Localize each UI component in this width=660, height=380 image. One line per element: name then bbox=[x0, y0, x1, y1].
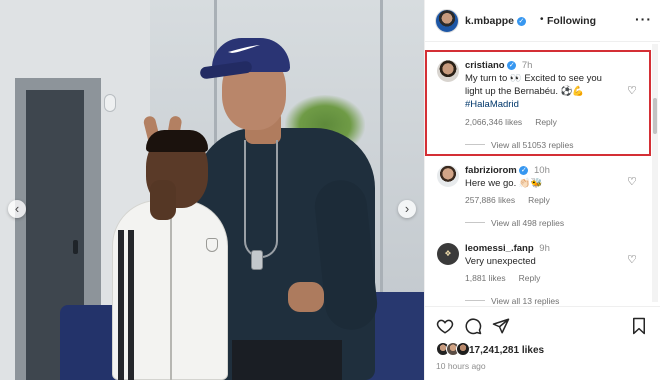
comment-body: Here we go. 👏🏻🐝 bbox=[465, 178, 543, 189]
replies-divider-line bbox=[465, 222, 485, 223]
author-username[interactable]: k.mbappe ✓ bbox=[465, 15, 526, 27]
view-replies-button[interactable]: View all 498 replies bbox=[465, 218, 564, 228]
view-replies-text: View all 13 replies bbox=[491, 296, 560, 306]
comment-meta: 1,881 likes Reply bbox=[465, 273, 540, 283]
photo-man-jeans bbox=[232, 340, 342, 380]
comment-reply-button[interactable]: Reply bbox=[519, 273, 541, 283]
heart-icon[interactable] bbox=[436, 317, 454, 335]
bookmark-icon[interactable] bbox=[630, 317, 648, 335]
verified-badge-icon: ✓ bbox=[519, 166, 529, 175]
commenter-avatar[interactable]: ❖ bbox=[437, 243, 459, 265]
author-avatar[interactable] bbox=[435, 9, 459, 33]
following-button[interactable]: Following bbox=[547, 15, 596, 27]
chevron-right-icon: › bbox=[404, 201, 410, 216]
real-madrid-crest-icon bbox=[206, 238, 218, 252]
chevron-left-icon: ‹ bbox=[14, 201, 20, 216]
lm-logo-icon: ❖ bbox=[444, 249, 452, 258]
comment-time: 10h bbox=[534, 165, 550, 176]
photo-jacket-stripe bbox=[128, 230, 134, 380]
view-replies-text: View all 498 replies bbox=[491, 218, 565, 228]
photo-boy-hand bbox=[150, 180, 176, 220]
comment-likes-count[interactable]: 257,886 likes bbox=[465, 195, 515, 205]
photo-window-mullion bbox=[380, 0, 383, 300]
carousel-prev-button[interactable]: ‹ bbox=[8, 200, 26, 218]
commenter-username-text: fabriziorom bbox=[465, 165, 517, 176]
cap-swoosh-icon bbox=[226, 44, 262, 54]
comment-like-heart-icon[interactable]: ♡ bbox=[627, 255, 639, 266]
highlight-box bbox=[425, 50, 651, 156]
comment-icon[interactable] bbox=[464, 317, 482, 335]
carousel-next-button[interactable]: › bbox=[398, 200, 416, 218]
header-separator: • bbox=[540, 14, 544, 25]
commenter-username-text: leomessi_.fanp bbox=[465, 243, 534, 254]
post-timestamp[interactable]: 10 hours ago bbox=[436, 361, 486, 371]
more-options-icon[interactable]: ··· bbox=[635, 11, 652, 27]
verified-badge-icon: ✓ bbox=[516, 17, 526, 26]
replies-divider-line bbox=[465, 300, 485, 301]
comment-likes-count[interactable]: 1,881 likes bbox=[465, 273, 506, 283]
comments-scrollbar-thumb[interactable] bbox=[653, 98, 657, 134]
photo-dog-tag bbox=[251, 250, 263, 270]
post-likes-count[interactable]: 17,241,281 likes bbox=[469, 345, 544, 356]
comment-time: 9h bbox=[539, 243, 550, 254]
comment-body: Very unexpected bbox=[465, 256, 536, 267]
view-replies-button[interactable]: View all 13 replies bbox=[465, 296, 559, 306]
photo-jacket-zip bbox=[170, 212, 172, 380]
share-icon[interactable] bbox=[492, 317, 510, 335]
photo-door-handle bbox=[73, 240, 78, 254]
commenter-username[interactable]: leomessi_.fanp 9h bbox=[465, 243, 550, 254]
comment-text: Here we go. 👏🏻🐝 bbox=[465, 177, 615, 190]
comment-meta: 257,886 likes Reply bbox=[465, 195, 550, 205]
photo-boy-hair bbox=[146, 130, 208, 152]
photo-necklace bbox=[244, 140, 278, 258]
post-photo[interactable]: ‹ › bbox=[0, 0, 424, 380]
commenter-username[interactable]: fabriziorom ✓ 10h bbox=[465, 165, 550, 176]
author-username-text: k.mbappe bbox=[465, 15, 515, 27]
post-actions-bar: 17,241,281 likes 10 hours ago bbox=[424, 306, 660, 380]
comment-reply-button[interactable]: Reply bbox=[528, 195, 550, 205]
photo-wall-fixture bbox=[104, 94, 116, 112]
post-header: k.mbappe ✓ • Following ··· bbox=[425, 0, 660, 42]
liker-avatar bbox=[456, 342, 470, 356]
commenter-avatar[interactable] bbox=[437, 165, 459, 187]
comments-scrollbar-track[interactable] bbox=[652, 44, 658, 302]
comment-text: Very unexpected bbox=[465, 255, 615, 268]
photo-thumbs-up-hand bbox=[288, 282, 324, 312]
comment-like-heart-icon[interactable]: ♡ bbox=[627, 177, 639, 188]
photo-jacket-stripe bbox=[118, 230, 124, 380]
